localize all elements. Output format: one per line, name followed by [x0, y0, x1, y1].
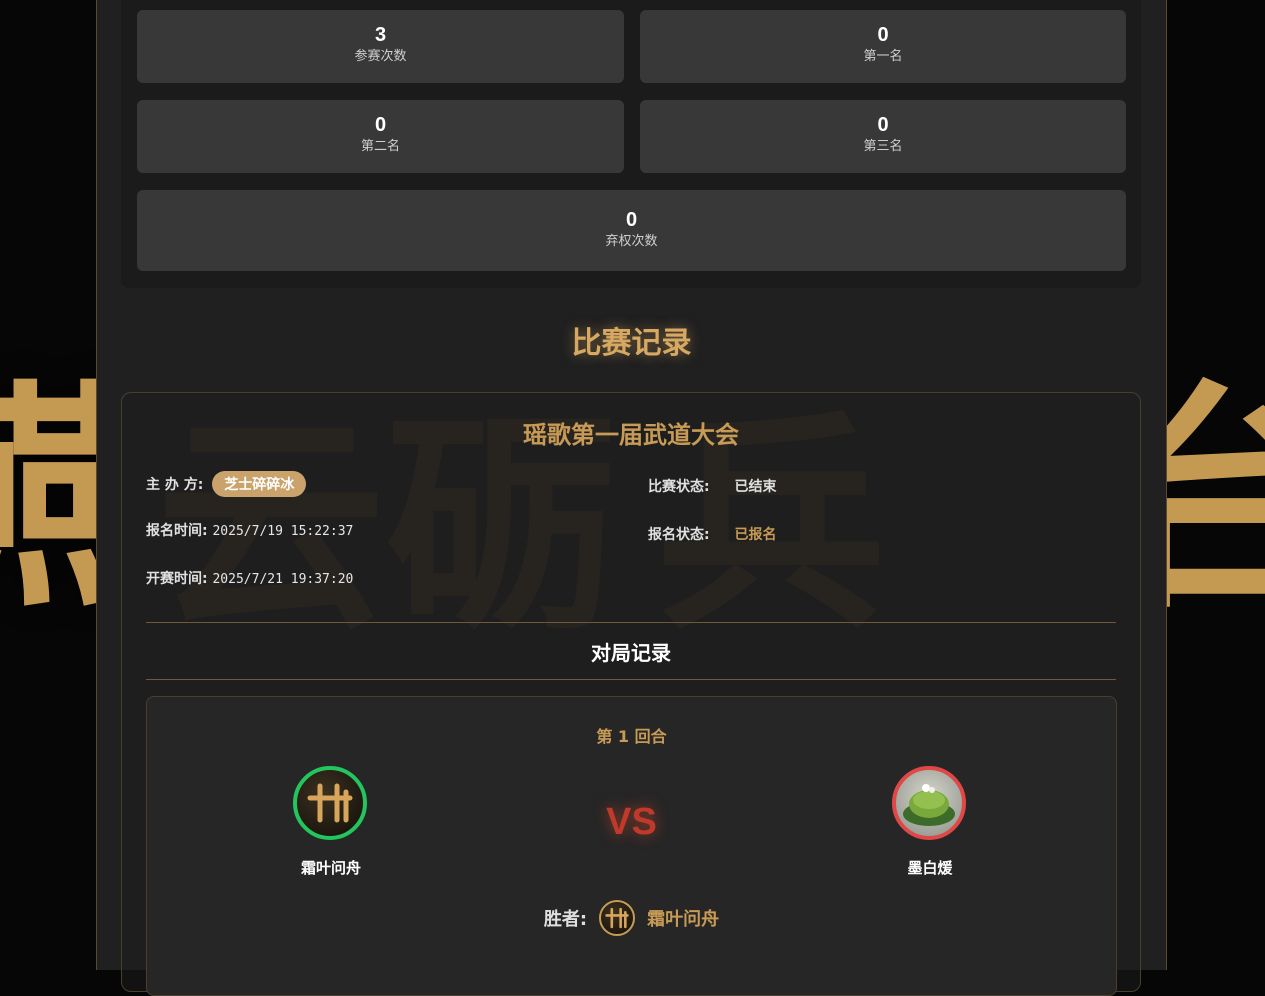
- stat-third-place: 0 第三名: [640, 100, 1126, 173]
- player-b-avatar[interactable]: [892, 766, 966, 840]
- stat-label: 第三名: [863, 139, 903, 154]
- stat-value: 0: [877, 114, 889, 136]
- start-time-value: 2025/7/21 19:37:20: [212, 572, 354, 587]
- stat-forfeits: 0 弃权次数: [137, 190, 1126, 271]
- signup-time-value: 2025/7/19 15:22:37: [212, 524, 354, 539]
- stat-label: 参赛次数: [354, 49, 407, 64]
- stat-second-place: 0 第二名: [137, 100, 624, 173]
- round-card: 第 1 回合 霜叶问舟 VS 墨白煖 胜者: 霜叶问舟: [146, 696, 1117, 996]
- stat-participations: 3 参赛次数: [137, 10, 624, 83]
- winner-avatar: [599, 900, 636, 936]
- start-time-row: 开赛时间: 2025/7/21 19:37:20: [146, 568, 353, 588]
- winner-name: 霜叶问舟: [647, 909, 720, 930]
- player-b-name: 墨白煖: [907, 859, 953, 877]
- match-status-row: 比赛状态: 已结束: [648, 476, 776, 496]
- start-time-label: 开赛时间:: [146, 571, 208, 587]
- signup-time-row: 报名时间: 2025/7/19 15:22:37: [146, 520, 353, 540]
- stat-label: 第二名: [360, 139, 400, 154]
- winner-row: 胜者: 霜叶问舟: [147, 900, 1116, 936]
- divider: [146, 679, 1116, 680]
- stat-value: 3: [374, 24, 387, 46]
- divider: [146, 622, 1116, 623]
- stat-first-place: 0 第一名: [640, 10, 1126, 83]
- signup-status-label: 报名状态:: [648, 527, 710, 543]
- stat-value: 0: [877, 24, 889, 46]
- player-b-cake-icon: [903, 784, 955, 826]
- signup-status-row: 报名状态: 已报名: [648, 524, 776, 544]
- winner-emblem-icon: [605, 907, 629, 929]
- match-status-value: 已结束: [734, 479, 777, 495]
- stats-box: 3 参赛次数 0 第一名 0 第二名 0 第三名 0 弃权次数: [121, 0, 1141, 288]
- winner-label: 胜者:: [543, 909, 588, 930]
- event-card: 瑶歌第一届武道大会 主 办 方: 芝士碎碎冰 报名时间: 2025/7/19 1…: [121, 392, 1141, 996]
- stat-label: 弃权次数: [605, 234, 658, 249]
- match-status-label: 比赛状态:: [648, 479, 710, 495]
- matches-title: 对局记录: [591, 641, 671, 665]
- stat-label: 第一名: [863, 49, 903, 64]
- organizer-badge[interactable]: 芝士碎碎冰: [212, 471, 307, 497]
- organizer-row: 主 办 方: 芝士碎碎冰: [146, 471, 307, 497]
- organizer-label: 主 办 方:: [146, 477, 204, 493]
- vs-label: VS: [606, 801, 657, 843]
- signup-time-label: 报名时间:: [146, 523, 208, 539]
- signup-status-value: 已报名: [734, 527, 777, 543]
- round-title: 第 1 回合: [596, 727, 667, 746]
- player-a-name: 霜叶问舟: [300, 859, 361, 877]
- stat-value: 0: [625, 209, 638, 231]
- section-title: 比赛记录: [571, 326, 692, 361]
- stat-value: 0: [374, 114, 387, 136]
- event-name: 瑶歌第一届武道大会: [523, 420, 739, 449]
